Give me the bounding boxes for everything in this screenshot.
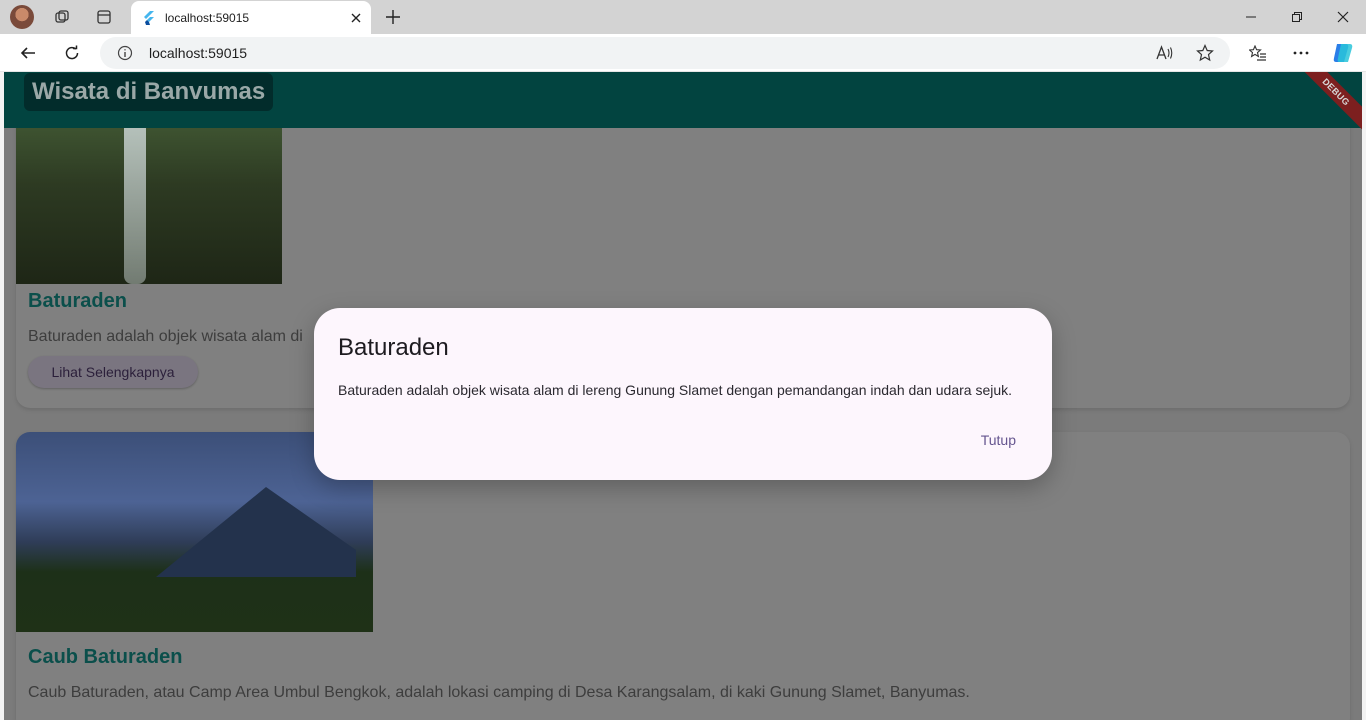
favorites-button[interactable] <box>1242 39 1274 67</box>
debug-banner: DEBUG <box>1296 72 1362 132</box>
debug-banner-label: DEBUG <box>1320 76 1352 108</box>
see-more-button[interactable]: Lihat Selengkapnya <box>28 356 198 388</box>
app-bar: Wisata di Banvumas DEBUG <box>4 72 1362 132</box>
favorite-star-icon[interactable] <box>1196 44 1214 62</box>
tab-actions-button[interactable] <box>90 4 118 30</box>
see-more-label: Lihat Selengkapnya <box>51 364 175 380</box>
close-window-button[interactable] <box>1320 0 1366 34</box>
vertical-tabs-icon <box>97 10 111 24</box>
card-title: Caub Baturaden <box>28 646 183 668</box>
workspaces-button[interactable] <box>48 4 76 30</box>
browser-tab-bar: localhost:59015 <box>0 0 1366 34</box>
url-text: localhost:59015 <box>149 45 248 61</box>
favorites-list-icon <box>1249 45 1266 61</box>
workspaces-icon <box>55 10 69 23</box>
reload-icon <box>65 45 79 60</box>
close-dialog-button[interactable]: Tutup <box>969 426 1028 454</box>
copilot-button[interactable] <box>1327 39 1359 67</box>
copilot-icon <box>1333 44 1353 62</box>
minimize-button[interactable] <box>1228 0 1274 34</box>
card-title: Baturaden <box>28 290 127 312</box>
flutter-favicon-icon <box>144 10 154 25</box>
more-horizontal-icon <box>1293 51 1309 55</box>
card-description: Baturaden adalah objek wisata alam di <box>28 328 303 345</box>
arrow-left-icon <box>20 47 35 59</box>
plus-icon <box>386 10 400 24</box>
browser-toolbar: localhost:59015 <box>0 34 1366 72</box>
new-tab-button[interactable] <box>379 4 407 30</box>
dialog-title: Baturaden <box>338 334 449 361</box>
app-title-container: Wisata di Banvumas <box>24 73 274 111</box>
settings-more-button[interactable] <box>1285 39 1317 67</box>
close-icon <box>1337 11 1349 23</box>
back-button[interactable] <box>12 39 44 67</box>
close-tab-icon[interactable] <box>351 13 361 23</box>
minimize-icon <box>1246 16 1256 18</box>
avatar <box>10 5 34 29</box>
card-description: Caub Baturaden, atau Camp Area Umbul Ben… <box>28 684 970 701</box>
profile-avatar-button[interactable] <box>8 4 36 30</box>
site-info-icon[interactable] <box>117 45 133 61</box>
app-title: Wisata di Banvumas <box>32 78 266 105</box>
detail-dialog: Baturaden Baturaden adalah objek wisata … <box>314 308 1052 480</box>
browser-tab-active[interactable]: localhost:59015 <box>131 1 371 34</box>
dialog-body: Baturaden adalah objek wisata alam di le… <box>338 382 1013 398</box>
tab-title: localhost:59015 <box>165 10 250 25</box>
reload-button[interactable] <box>56 39 88 67</box>
close-dialog-label: Tutup <box>980 432 1016 448</box>
restore-button[interactable] <box>1274 0 1320 34</box>
mountain-shape <box>156 487 356 577</box>
restore-icon <box>1292 12 1302 22</box>
address-bar[interactable]: localhost:59015 <box>100 37 1230 69</box>
read-aloud-icon[interactable] <box>1156 45 1174 61</box>
